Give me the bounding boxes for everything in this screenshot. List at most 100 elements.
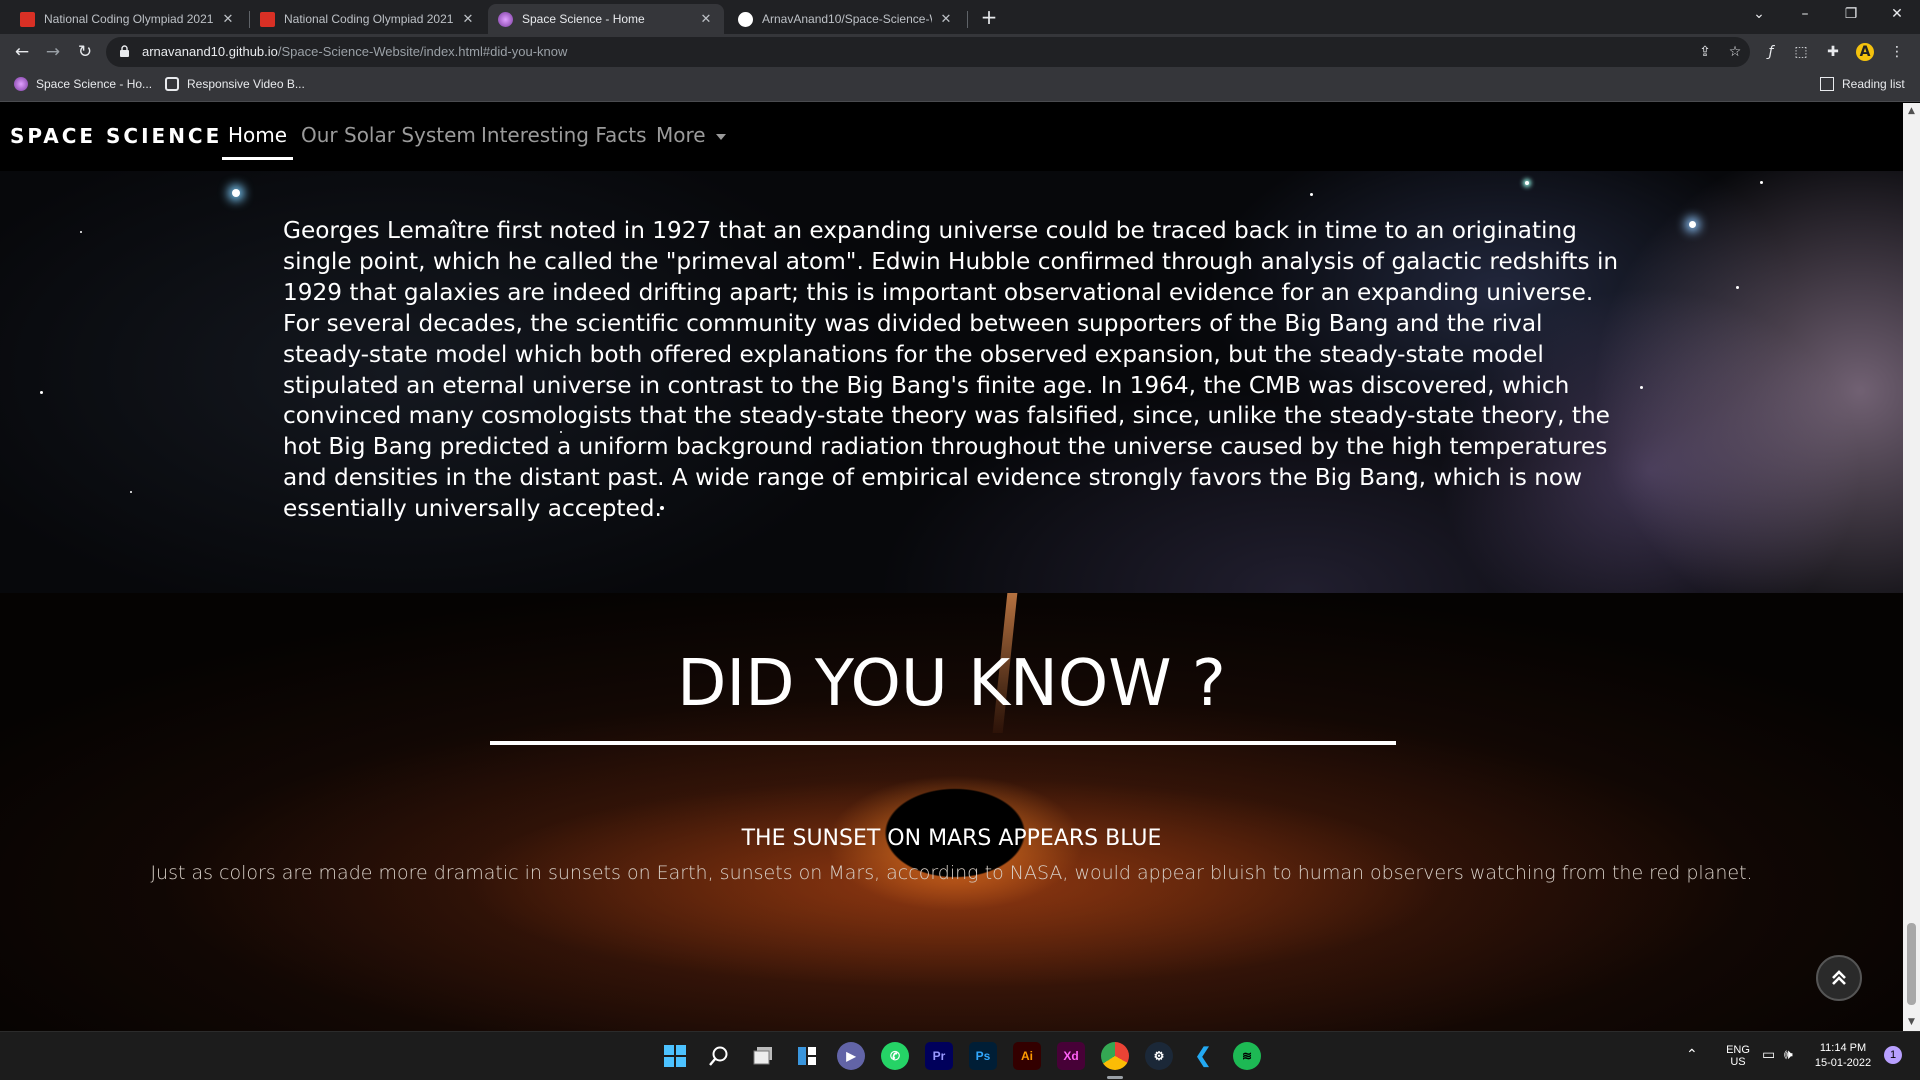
extensions-puzzle-icon[interactable]: ✚ bbox=[1824, 43, 1842, 61]
minimize-icon[interactable]: – bbox=[1782, 0, 1828, 30]
windows-taskbar: ▶ ✆ Pr Ps Ai Xd ⚙ ❮ ≋ ⌃ ENG US ▭ 🕪 11:14… bbox=[0, 1031, 1920, 1080]
site-navbar: SPACE SCIENCE Home Our Solar System Inte… bbox=[0, 103, 1903, 171]
tab-title: National Coding Olympiad 2021 bbox=[284, 12, 454, 26]
nav-home[interactable]: Home bbox=[221, 123, 294, 160]
star bbox=[1689, 221, 1696, 228]
vscode-icon[interactable]: ❮ bbox=[1189, 1042, 1217, 1070]
did-you-know-heading: DID YOU KNOW ? bbox=[677, 647, 1226, 721]
volume-icon[interactable]: 🕪 bbox=[1784, 1046, 1793, 1063]
fact-title: THE SUNSET ON MARS APPEARS BLUE bbox=[741, 826, 1162, 851]
star bbox=[80, 231, 82, 233]
back-arrow-icon[interactable]: ← bbox=[12, 42, 32, 62]
tab-title: Space Science - Home bbox=[522, 12, 645, 26]
bookmark-label: Responsive Video B... bbox=[187, 77, 305, 91]
reading-list-icon bbox=[1820, 77, 1834, 91]
ncc-favicon-icon bbox=[260, 11, 275, 27]
bookmark-responsive-video[interactable]: Responsive Video B... bbox=[165, 77, 305, 91]
nebula-section: Georges Lemaître first noted in 1927 tha… bbox=[0, 171, 1903, 593]
search-icon[interactable] bbox=[705, 1042, 733, 1070]
big-bang-paragraph: Georges Lemaître first noted in 1927 tha… bbox=[283, 217, 1619, 523]
widgets-icon[interactable] bbox=[793, 1042, 821, 1070]
windows-start-icon[interactable] bbox=[661, 1042, 689, 1070]
star bbox=[1640, 386, 1643, 389]
illustrator-icon[interactable]: Ai bbox=[1013, 1042, 1041, 1070]
language-indicator[interactable]: ENG US bbox=[1718, 1044, 1758, 1068]
star bbox=[130, 491, 132, 493]
did-you-know-section: DID YOU KNOW ? THE SUNSET ON MARS APPEAR… bbox=[0, 593, 1903, 1031]
lang-bottom: US bbox=[1730, 1056, 1746, 1068]
space-favicon-icon bbox=[498, 11, 513, 27]
whatsapp-icon[interactable]: ✆ bbox=[881, 1042, 909, 1070]
scroll-to-top-button[interactable] bbox=[1816, 955, 1862, 1001]
nav-interesting-facts[interactable]: Interesting Facts bbox=[481, 123, 647, 147]
nav-solar-system[interactable]: Our Solar System bbox=[301, 123, 476, 147]
ncc-favicon-icon bbox=[20, 11, 35, 27]
tab-title: ArnavAnand10/Space-Science-W bbox=[762, 12, 932, 26]
star bbox=[1310, 193, 1313, 196]
menu-kebab-icon[interactable]: ⋮ bbox=[1888, 43, 1906, 61]
address-bar[interactable]: arnavanand10.github.io/Space-Science-Web… bbox=[106, 37, 1750, 67]
chrome-icon[interactable] bbox=[1101, 1042, 1129, 1070]
close-tab-icon[interactable]: ✕ bbox=[220, 11, 236, 27]
teams-chat-icon[interactable]: ▶ bbox=[837, 1042, 865, 1070]
lock-icon bbox=[120, 45, 129, 57]
bookmarks-bar: Space Science - Ho... Responsive Video B… bbox=[0, 70, 1920, 102]
close-tab-icon[interactable]: ✕ bbox=[938, 11, 954, 27]
close-tab-icon[interactable]: ✕ bbox=[698, 11, 714, 27]
tab-separator bbox=[967, 11, 968, 28]
spotify-icon[interactable]: ≋ bbox=[1233, 1042, 1261, 1070]
tab-national-coding-1[interactable]: National Coding Olympiad 2021 ✕ bbox=[10, 4, 246, 34]
share-icon[interactable]: ⇪ bbox=[1696, 43, 1714, 61]
clock[interactable]: 11:14 PM 15-01-2022 bbox=[1808, 1042, 1878, 1069]
caret-down-icon bbox=[715, 133, 726, 140]
tab-space-science[interactable]: Space Science - Home ✕ bbox=[488, 4, 724, 34]
tray-chevron-up-icon[interactable]: ⌃ bbox=[1686, 1046, 1698, 1063]
steam-icon[interactable]: ⚙ bbox=[1145, 1042, 1173, 1070]
tab-github[interactable]: ArnavAnand10/Space-Science-W ✕ bbox=[728, 4, 964, 34]
lang-top: ENG bbox=[1726, 1044, 1750, 1056]
star bbox=[232, 189, 240, 197]
browser-toolbar: ← → ↻ arnavanand10.github.io/Space-Scien… bbox=[0, 34, 1920, 70]
star bbox=[1760, 181, 1763, 184]
nav-more-label: More bbox=[656, 123, 706, 147]
forward-arrow-icon[interactable]: → bbox=[43, 42, 63, 62]
nav-more-dropdown[interactable]: More bbox=[656, 123, 726, 147]
tab-strip: National Coding Olympiad 2021 ✕ National… bbox=[0, 0, 1920, 34]
bookmark-star-icon[interactable]: ☆ bbox=[1726, 43, 1744, 61]
video-favicon-icon bbox=[165, 77, 179, 91]
task-view-icon[interactable] bbox=[749, 1042, 777, 1070]
tab-national-coding-2[interactable]: National Coding Olympiad 2021 ✕ bbox=[250, 4, 486, 34]
bookmark-space-science[interactable]: Space Science - Ho... bbox=[14, 77, 152, 91]
formula-extension-icon[interactable]: ƒ bbox=[1762, 43, 1780, 61]
star bbox=[1525, 181, 1529, 185]
page-scrollbar[interactable]: ▲ ▼ bbox=[1903, 103, 1920, 1031]
site-brand[interactable]: SPACE SCIENCE bbox=[10, 124, 222, 148]
reading-list-label: Reading list bbox=[1842, 77, 1905, 91]
heading-underline bbox=[490, 741, 1396, 745]
clock-time: 11:14 PM bbox=[1819, 1042, 1867, 1054]
close-window-icon[interactable]: ✕ bbox=[1874, 0, 1920, 30]
tab-title: National Coding Olympiad 2021 bbox=[44, 12, 214, 26]
network-icon[interactable]: ▭ bbox=[1762, 1046, 1775, 1063]
premiere-pro-icon[interactable]: Pr bbox=[925, 1042, 953, 1070]
screenshot-extension-icon[interactable]: ⬚ bbox=[1792, 43, 1810, 61]
bookmark-label: Space Science - Ho... bbox=[36, 77, 153, 91]
scroll-down-arrow-icon[interactable]: ▼ bbox=[1903, 1014, 1920, 1031]
github-favicon-icon bbox=[738, 11, 753, 27]
reading-list-button[interactable]: Reading list bbox=[1820, 77, 1905, 91]
xd-icon[interactable]: Xd bbox=[1057, 1042, 1085, 1070]
scrollbar-thumb[interactable] bbox=[1907, 923, 1916, 1005]
active-app-indicator bbox=[1107, 1076, 1123, 1079]
reload-icon[interactable]: ↻ bbox=[75, 42, 95, 62]
notification-badge[interactable]: 1 bbox=[1884, 1046, 1902, 1064]
clock-date: 15-01-2022 bbox=[1814, 1057, 1872, 1069]
new-tab-button[interactable]: + bbox=[977, 6, 1001, 30]
close-tab-icon[interactable]: ✕ bbox=[460, 11, 476, 27]
fact-body: Just as colors are made more dramatic in… bbox=[150, 862, 1753, 884]
profile-avatar[interactable]: A bbox=[1856, 43, 1874, 61]
restore-icon[interactable]: ❐ bbox=[1828, 0, 1874, 30]
photoshop-icon[interactable]: Ps bbox=[969, 1042, 997, 1070]
scroll-up-arrow-icon[interactable]: ▲ bbox=[1903, 103, 1920, 120]
page-viewport: SPACE SCIENCE Home Our Solar System Inte… bbox=[0, 103, 1903, 1031]
tab-search-chevron-icon[interactable]: ⌄ bbox=[1736, 0, 1782, 30]
